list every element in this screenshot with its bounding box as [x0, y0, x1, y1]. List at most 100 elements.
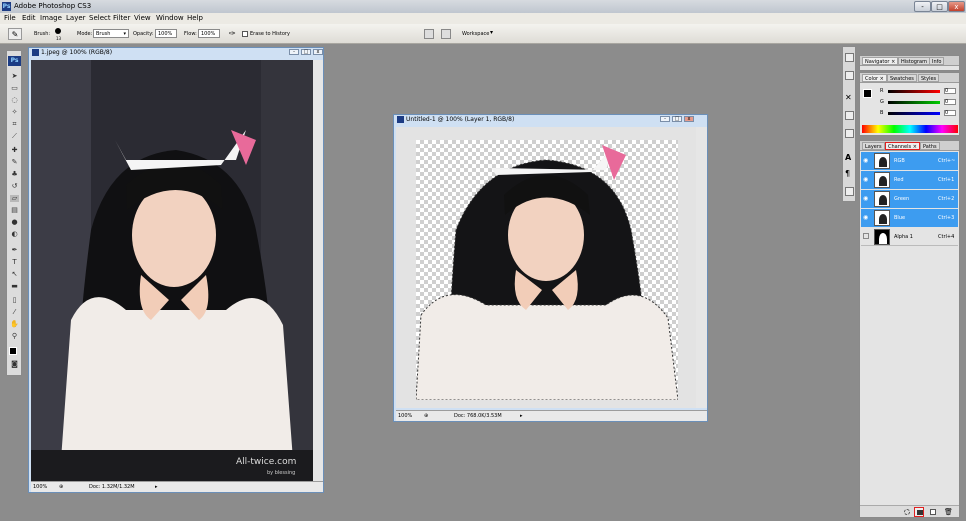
magic-wand-tool-icon[interactable]: ✧	[10, 109, 19, 116]
blue-value-input[interactable]: 0	[944, 110, 956, 116]
brush-preview-icon[interactable]	[55, 28, 61, 34]
healing-brush-tool-icon[interactable]: ✚	[10, 147, 19, 154]
workspace-menu[interactable]: Workspace	[462, 31, 489, 37]
flow-input[interactable]: 100%	[198, 29, 220, 38]
doc-close-button[interactable]: x	[313, 49, 323, 55]
actions-panel-icon[interactable]	[845, 71, 854, 80]
tab-styles[interactable]: Styles	[918, 74, 940, 82]
channel-row-alpha-1[interactable]: Alpha 1 Ctrl+4	[861, 228, 958, 246]
pen-tool-icon[interactable]: ✒	[10, 247, 19, 254]
foreground-color-swatch[interactable]	[863, 89, 872, 98]
menu-edit[interactable]: Edit	[22, 14, 36, 22]
dodge-tool-icon[interactable]: ◐	[10, 231, 19, 238]
doc-close-button[interactable]: x	[684, 116, 694, 122]
type-tool-icon[interactable]: T	[10, 259, 19, 266]
character-panel-icon[interactable]: A	[845, 153, 854, 162]
airbrush-icon[interactable]: ✑	[229, 29, 239, 39]
eraser-tool-icon[interactable]: ▱	[10, 195, 19, 202]
tab-info[interactable]: Info	[929, 57, 945, 65]
mode-select[interactable]: Brush ▾	[93, 29, 129, 38]
photo-canvas[interactable]: All-twice.com by blessing	[31, 60, 313, 481]
status-arrow-icon[interactable]: ▸	[520, 413, 523, 419]
zoom-level[interactable]: 100%	[398, 413, 412, 419]
eye-icon[interactable]: ◉	[863, 195, 868, 202]
crop-tool-icon[interactable]: ⌗	[10, 121, 19, 128]
shape-tool-icon[interactable]: ▬	[10, 283, 19, 290]
opacity-input[interactable]: 100%	[155, 29, 177, 38]
navigate-icon[interactable]: ⊕	[59, 484, 63, 490]
menu-filter[interactable]: Filter	[113, 14, 130, 22]
doc-maximize-button[interactable]: □	[301, 49, 311, 55]
tool-presets-icon[interactable]: ✕	[845, 93, 854, 102]
hand-tool-icon[interactable]: ✋	[10, 321, 19, 328]
path-selection-tool-icon[interactable]: ↖	[10, 271, 19, 278]
tab-histogram[interactable]: Histogram	[898, 57, 930, 65]
foreground-color-swatch[interactable]	[9, 347, 17, 355]
new-channel-icon[interactable]	[930, 509, 936, 515]
clone-stamp-tool-icon[interactable]: ♣	[10, 171, 19, 178]
channel-row-rgb[interactable]: ◉ RGB Ctrl+~	[861, 152, 958, 170]
blur-tool-icon[interactable]: ●	[10, 219, 19, 226]
tab-layers[interactable]: Layers	[862, 142, 885, 150]
doc-minimize-button[interactable]: -	[660, 116, 670, 122]
eraser-tool-icon[interactable]: ✎	[8, 28, 22, 40]
menu-window[interactable]: Window	[156, 14, 184, 22]
menu-view[interactable]: View	[134, 14, 151, 22]
lasso-tool-icon[interactable]: ◌	[10, 97, 19, 104]
history-panel-icon[interactable]	[845, 53, 854, 62]
minimize-button[interactable]: -	[914, 1, 931, 12]
red-value-input[interactable]: 0	[944, 88, 956, 94]
paragraph-panel-icon[interactable]: ¶	[845, 169, 854, 178]
clone-source-icon[interactable]	[845, 129, 854, 138]
green-value-input[interactable]: 0	[944, 99, 956, 105]
menu-select[interactable]: Select	[89, 14, 111, 22]
visibility-toggle[interactable]	[863, 233, 869, 239]
close-icon[interactable]: ×	[880, 76, 884, 82]
palette-well-icon[interactable]	[441, 29, 451, 39]
trash-icon[interactable]: 🗑	[944, 508, 953, 516]
maximize-button[interactable]: □	[931, 1, 948, 12]
eye-icon[interactable]: ◉	[863, 176, 868, 183]
zoom-tool-icon[interactable]: ⚲	[10, 333, 19, 340]
navigate-icon[interactable]: ⊕	[424, 413, 428, 419]
menu-help[interactable]: Help	[187, 14, 203, 22]
menu-image[interactable]: Image	[40, 14, 62, 22]
close-icon[interactable]: ×	[891, 59, 895, 65]
notes-tool-icon[interactable]: ▯	[10, 297, 19, 304]
brush-tool-icon[interactable]: ✎	[10, 159, 19, 166]
eyedropper-tool-icon[interactable]: ⁄	[10, 309, 19, 316]
slice-tool-icon[interactable]: ⟋	[10, 133, 19, 140]
zoom-level[interactable]: 100%	[33, 484, 47, 490]
blue-slider[interactable]	[888, 112, 940, 115]
save-selection-as-channel-button[interactable]	[914, 507, 924, 517]
move-tool-icon[interactable]: ➤	[10, 73, 19, 80]
doc-minimize-button[interactable]: -	[289, 49, 299, 55]
doc-info[interactable]: Doc: 1.32M/1.32M	[89, 484, 135, 490]
erase-to-history-checkbox[interactable]	[242, 31, 248, 37]
marquee-tool-icon[interactable]: ▭	[10, 85, 19, 92]
menu-file[interactable]: File	[4, 14, 16, 22]
tab-swatches[interactable]: Swatches	[887, 74, 917, 82]
load-selection-icon[interactable]	[904, 509, 910, 515]
tab-paths[interactable]: Paths	[920, 142, 940, 150]
vertical-scrollbar[interactable]	[696, 127, 707, 408]
doc-info[interactable]: Doc: 768.0K/3.53M	[454, 413, 502, 419]
close-button[interactable]: x	[948, 1, 965, 12]
channel-row-red[interactable]: ◉ Red Ctrl+1	[861, 171, 958, 189]
file-browser-icon[interactable]	[424, 29, 434, 39]
channel-row-green[interactable]: ◉ Green Ctrl+2	[861, 190, 958, 208]
transparent-layer-canvas[interactable]	[416, 140, 678, 400]
menu-layer[interactable]: Layer	[66, 14, 86, 22]
quick-mask-icon[interactable]: ◙	[10, 361, 19, 368]
eye-icon[interactable]: ◉	[863, 157, 868, 164]
color-spectrum-bar[interactable]	[862, 125, 958, 133]
gradient-tool-icon[interactable]: ▤	[10, 207, 19, 214]
layer-comps-icon[interactable]	[845, 187, 854, 196]
status-arrow-icon[interactable]: ▸	[155, 484, 158, 490]
channel-row-blue[interactable]: ◉ Blue Ctrl+3	[861, 209, 958, 227]
tab-navigator[interactable]: Navigator ×	[862, 57, 899, 65]
red-slider[interactable]	[888, 90, 940, 93]
green-slider[interactable]	[888, 101, 940, 104]
eye-icon[interactable]: ◉	[863, 214, 868, 221]
close-icon[interactable]: ×	[913, 144, 917, 150]
